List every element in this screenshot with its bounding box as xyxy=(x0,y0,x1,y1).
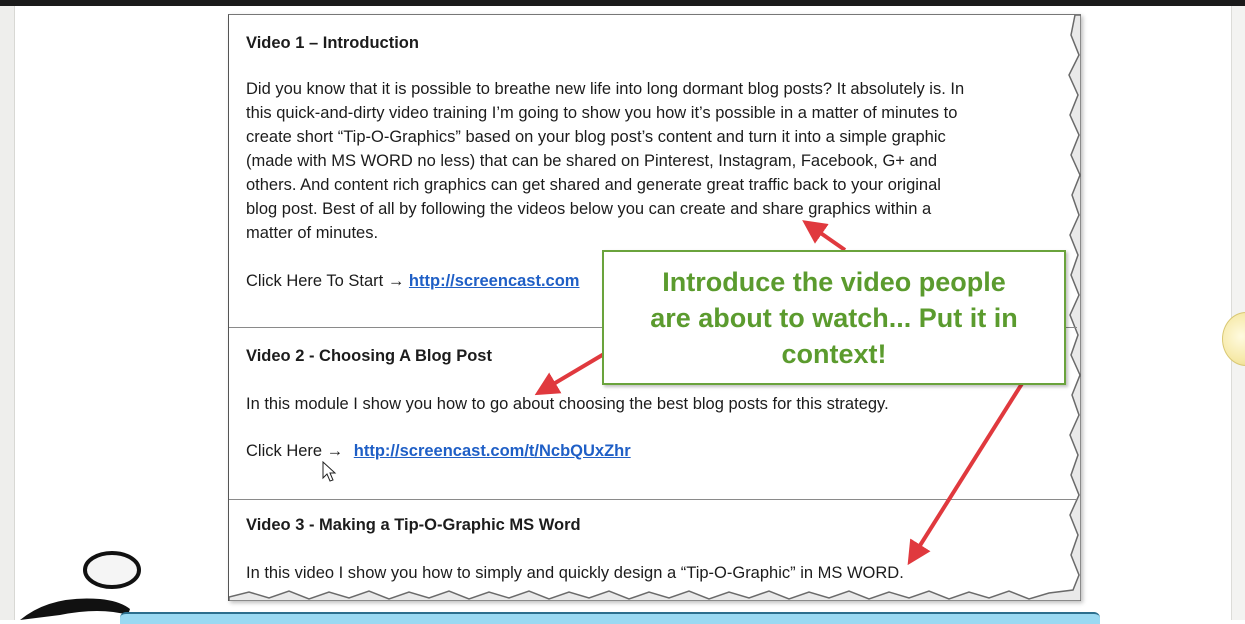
bottom-banner-bar xyxy=(120,612,1100,624)
callout-box: Introduce the video people are about to … xyxy=(602,250,1066,385)
click-here-label: Click Here → xyxy=(246,442,344,460)
callout-line: context! xyxy=(781,338,887,369)
brand-logo-icon xyxy=(20,551,141,620)
callout-line: Introduce the video people xyxy=(662,266,1006,297)
paragraph-line: Did you know that it is possible to brea… xyxy=(246,80,965,98)
paragraph-line: others. And content rich graphics can ge… xyxy=(246,176,941,194)
section-2-paragraph: In this module I show you how to go abou… xyxy=(246,395,889,413)
left-margin-strip xyxy=(0,6,15,620)
paragraph-line: (made with MS WORD no less) that can be … xyxy=(246,152,938,170)
section-1-paragraph: Did you know that it is possible to brea… xyxy=(246,77,1076,245)
section-3-heading: Video 3 - Making a Tip-O-Graphic MS Word xyxy=(246,516,581,534)
section-2-heading: Video 2 - Choosing A Blog Post xyxy=(246,347,492,365)
paragraph-line: this quick-and-dirty video training I’m … xyxy=(246,104,958,122)
paragraph-line: blog post. Best of all by following the … xyxy=(246,200,932,218)
screencast-link-2[interactable]: http://screencast.com/t/NcbQUxZhr xyxy=(354,442,631,460)
paragraph-line: create short “Tip-O-Graphics” based on y… xyxy=(246,128,946,146)
window-top-border xyxy=(0,0,1245,6)
callout-line: are about to watch... Put it in xyxy=(650,302,1018,333)
section-2-click-row: Click Here → http://screencast.com/t/Ncb… xyxy=(246,439,631,463)
mouse-pointer-icon xyxy=(322,461,337,482)
screencast-link-1[interactable]: http://screencast.com xyxy=(409,272,580,290)
section-1-click-row: Click Here To Start → http://screencast.… xyxy=(246,269,579,293)
section-1-heading: Video 1 – Introduction xyxy=(246,34,419,52)
yellow-circle-icon xyxy=(1222,312,1245,366)
section-divider xyxy=(229,499,1077,500)
click-here-label: Click Here To Start → xyxy=(246,272,405,290)
paragraph-line: matter of minutes. xyxy=(246,224,379,242)
section-3-paragraph: In this video I show you how to simply a… xyxy=(246,564,904,582)
